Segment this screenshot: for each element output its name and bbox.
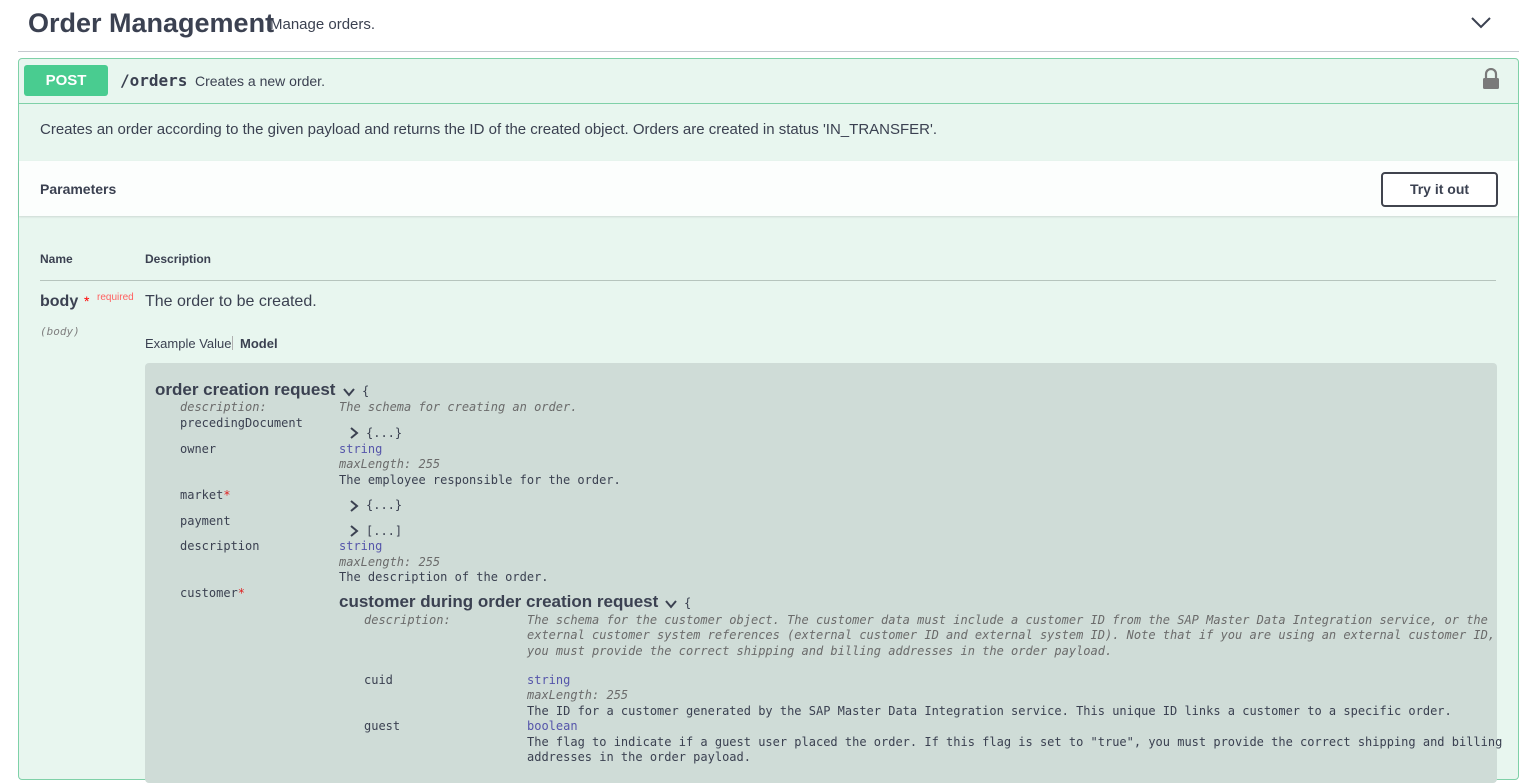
- parameter-location: (body): [40, 325, 80, 338]
- nested-description-line: external customer system references (ext…: [527, 628, 1496, 642]
- chevron-down-icon[interactable]: [343, 387, 355, 397]
- operation-path: /orders: [120, 71, 188, 90]
- property-type: boolean: [527, 719, 578, 733]
- tag-description: Manage orders.: [270, 16, 376, 33]
- required-star: *: [84, 293, 90, 309]
- try-it-out-button[interactable]: Try it out: [1381, 172, 1498, 207]
- parameters-header: Parameters Try it out: [19, 161, 1518, 216]
- property-key: description: [180, 539, 260, 553]
- property-max-length: maxLength: 255: [339, 457, 441, 471]
- operation-summary-text: Creates a new order.: [195, 73, 325, 89]
- tab-example-value[interactable]: Example Value: [145, 336, 231, 351]
- operation-description: Creates an order according to the given …: [40, 121, 938, 138]
- model-title[interactable]: order creation request: [155, 380, 335, 400]
- parameter-name: body: [40, 293, 79, 310]
- collapsed-object[interactable]: {...}: [366, 426, 402, 440]
- chevron-down-icon[interactable]: [1470, 14, 1492, 30]
- tab-separator: [232, 336, 233, 350]
- nested-description-key: description:: [364, 613, 451, 627]
- tag-header[interactable]: Order Management Manage orders.: [18, 0, 1519, 52]
- operation-block: POST /orders Creates a new order. Create…: [18, 58, 1519, 783]
- open-brace: {: [684, 596, 692, 610]
- chevron-right-icon[interactable]: [349, 427, 359, 439]
- property-key: cuid: [364, 673, 393, 687]
- collapsed-array[interactable]: [...]: [366, 524, 402, 538]
- property-description: addresses in the order payload.: [527, 750, 751, 764]
- property-description: The employee responsible for the order.: [339, 473, 621, 487]
- parameters-title: Parameters: [40, 181, 117, 197]
- chevron-right-icon[interactable]: [349, 500, 359, 512]
- required-label: required: [97, 292, 134, 303]
- property-max-length: maxLength: 255: [339, 555, 441, 569]
- property-type: string: [339, 539, 383, 553]
- chevron-down-icon[interactable]: [665, 599, 677, 609]
- property-key: precedingDocument: [180, 416, 303, 430]
- property-key: payment: [180, 514, 231, 528]
- property-type: string: [339, 442, 383, 456]
- tab-model[interactable]: Model: [240, 336, 278, 351]
- divider: [40, 280, 1496, 281]
- chevron-right-icon[interactable]: [349, 525, 359, 537]
- column-header-name: Name: [40, 252, 73, 266]
- parameter-description: The order to be created.: [145, 293, 317, 310]
- property-max-length: maxLength: 255: [527, 688, 629, 702]
- property-description: The ID for a customer generated by the S…: [527, 704, 1452, 718]
- collapsed-object[interactable]: {...}: [366, 498, 402, 512]
- nested-model-title[interactable]: customer during order creation request: [339, 592, 658, 612]
- tag-title[interactable]: Order Management: [28, 8, 274, 39]
- column-header-description: Description: [145, 252, 212, 266]
- property-key: guest: [364, 719, 401, 733]
- property-key: owner: [180, 442, 217, 456]
- model-description-key: description:: [180, 400, 267, 414]
- property-type: string: [527, 673, 571, 687]
- model-box: order creation request { description: Th…: [145, 363, 1502, 783]
- property-description: The flag to indicate if a guest user pla…: [527, 735, 1503, 749]
- nested-description-line: The schema for the customer object. The …: [527, 613, 1488, 627]
- model-description-value: The schema for creating an order.: [339, 400, 578, 414]
- operation-summary[interactable]: POST /orders Creates a new order.: [19, 59, 1518, 104]
- open-brace: {: [362, 384, 370, 398]
- property-key: market*: [180, 488, 231, 502]
- lock-icon[interactable]: [1482, 68, 1500, 90]
- property-description: The description of the order.: [339, 570, 549, 584]
- property-key: customer*: [180, 586, 246, 600]
- nested-description-line: you must provide the correct shipping an…: [527, 644, 1113, 658]
- method-badge: POST: [24, 65, 108, 96]
